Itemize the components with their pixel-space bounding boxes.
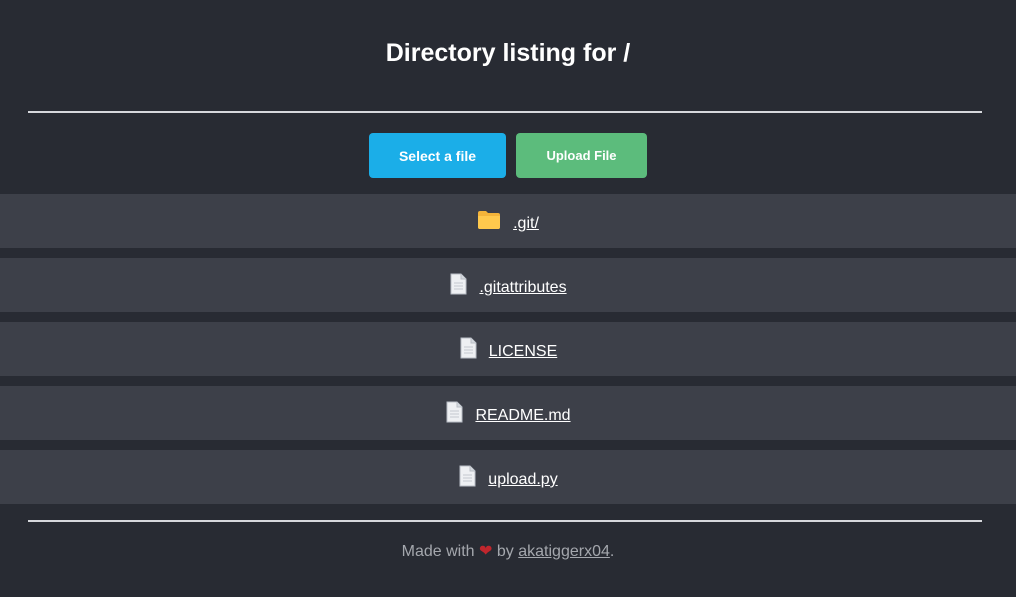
upload-actions: Select a file Upload File — [0, 133, 1016, 178]
file-link[interactable]: upload.py — [488, 471, 557, 489]
bottom-divider — [28, 520, 982, 522]
heart-icon: ❤ — [479, 543, 493, 560]
file-icon — [449, 273, 467, 295]
footer-suffix: . — [609, 543, 615, 560]
page-title: Directory listing for / — [385, 39, 631, 67]
file-link[interactable]: README.md — [475, 407, 570, 425]
select-file-button[interactable]: Select a file — [369, 133, 506, 178]
file-icon — [459, 337, 477, 359]
file-link[interactable]: .gitattributes — [479, 279, 566, 297]
list-item[interactable]: upload.py — [0, 450, 1016, 504]
file-icon — [445, 401, 463, 423]
footer-prefix: Made with — [401, 543, 475, 560]
top-divider — [28, 111, 982, 113]
upload-file-button[interactable]: Upload File — [516, 133, 647, 178]
file-icon — [458, 465, 476, 487]
list-item[interactable]: .git/ — [0, 194, 1016, 248]
folder-icon — [477, 210, 501, 230]
author-link[interactable]: akatiggerx04 — [518, 543, 610, 560]
list-item[interactable]: .gitattributes — [0, 258, 1016, 312]
file-link[interactable]: LICENSE — [489, 343, 557, 361]
footer-by: by — [496, 543, 514, 560]
list-item[interactable]: README.md — [0, 386, 1016, 440]
file-link[interactable]: .git/ — [513, 215, 539, 233]
footer: Made with ❤ by akatiggerx04. — [0, 541, 1016, 561]
file-list: .git/ .gitattributes LICENSE README.md u… — [0, 194, 1016, 514]
list-item[interactable]: LICENSE — [0, 322, 1016, 376]
